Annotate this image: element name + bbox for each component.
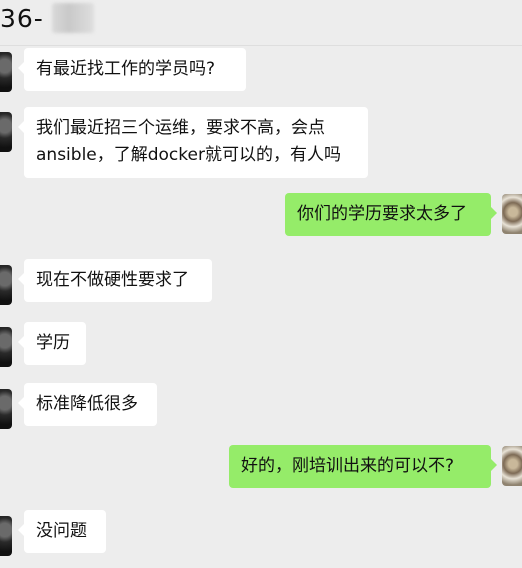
chat-title: 36- [0,4,44,33]
chat-header: 36- [0,0,522,46]
contact-avatar[interactable] [0,516,12,556]
message-list[interactable]: 有最近找工作的学员吗? 我们最近招三个运维，要求不高，会点 ansible，了解… [0,46,522,568]
message-bubble[interactable]: 你们的学历要求太多了 [285,193,497,236]
contact-avatar[interactable] [0,327,12,367]
contact-avatar[interactable] [0,52,12,92]
contact-avatar[interactable] [0,389,12,429]
message-bubble[interactable]: 我们最近招三个运维，要求不高，会点 ansible，了解docker就可以的，有… [18,107,368,178]
message-bubble[interactable]: 学历 [18,322,86,365]
contact-avatar[interactable] [0,265,12,305]
blurred-contact-name [52,3,94,33]
message-bubble[interactable]: 有最近找工作的学员吗? [18,48,246,91]
my-avatar[interactable] [502,194,522,234]
my-avatar[interactable] [502,446,522,486]
message-bubble[interactable]: 没问题 [18,510,106,553]
contact-avatar[interactable] [0,112,12,152]
message-bubble[interactable]: 标准降低很多 [18,383,157,426]
message-bubble[interactable]: 现在不做硬性要求了 [18,259,212,302]
message-bubble[interactable]: 好的，刚培训出来的可以不? [229,445,497,488]
